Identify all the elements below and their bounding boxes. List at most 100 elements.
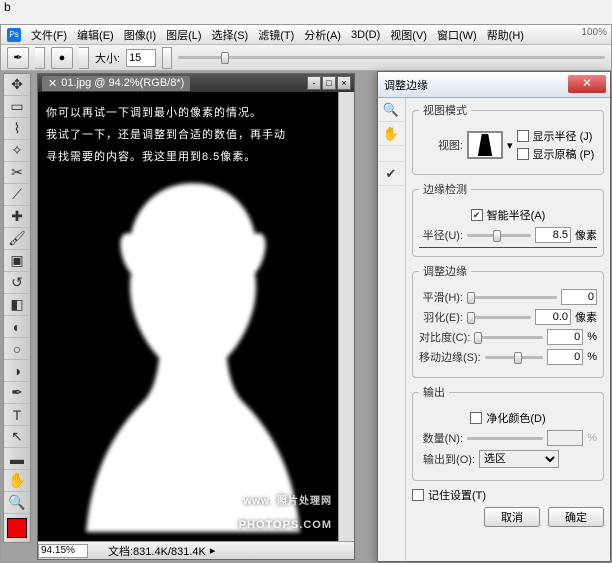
menu-window[interactable]: 窗口(W) <box>433 25 481 45</box>
tool-lasso[interactable]: ⌇ <box>4 118 30 140</box>
tool-shape[interactable]: ▬ <box>4 448 30 470</box>
decontaminate-checkbox[interactable] <box>470 412 482 424</box>
view-label: 视图: <box>419 137 463 153</box>
menubar: Ps 文件(F) 编辑(E) 图像(I) 图层(L) 选择(S) 滤镜(T) 分… <box>1 25 611 45</box>
size-slider[interactable] <box>178 56 605 59</box>
dlg-hand-tool[interactable]: ✋ <box>378 122 404 146</box>
size-stepper[interactable] <box>162 47 172 69</box>
red-underline <box>419 247 597 248</box>
toolbox: ✥ ▭ ⌇ ✧ ✂ ⟋ ✚ 🖌 ▣ ↺ ◧ ◐ ○ ◑ ✒ T ↖ ▬ ✋ 🔍 <box>3 73 31 543</box>
view-dropdown-icon[interactable]: ▾ <box>507 139 513 152</box>
silhouette-mask <box>78 172 308 532</box>
edge-legend: 边缘检测 <box>419 181 471 197</box>
tool-dodge[interactable]: ◑ <box>4 360 30 382</box>
smooth-input[interactable] <box>561 289 597 305</box>
doc-maximize-icon[interactable]: □ <box>322 76 336 90</box>
docsize-readout: 文档:831.4K/831.4K <box>108 543 206 559</box>
brush-dropdown[interactable] <box>79 47 89 69</box>
tool-blur[interactable]: ○ <box>4 338 30 360</box>
menu-layer[interactable]: 图层(L) <box>162 25 205 45</box>
show-original-checkbox[interactable] <box>517 148 529 160</box>
adjust-edge-group: 调整边缘 平滑(H): 羽化(E):像素 对比度(C):% 移动边缘(S):% <box>412 263 604 378</box>
ok-button[interactable]: 确定 <box>548 507 604 527</box>
brush-size-input[interactable] <box>126 49 156 67</box>
output-to-select[interactable]: 选区 <box>479 450 559 468</box>
feather-input[interactable] <box>535 309 571 325</box>
doc-window-controls: - □ × <box>307 76 351 90</box>
tool-crop[interactable]: ✂ <box>4 162 30 184</box>
amount-input <box>547 430 583 446</box>
tool-stamp[interactable]: ▣ <box>4 250 30 272</box>
tool-history[interactable]: ↺ <box>4 272 30 294</box>
tool-wand[interactable]: ✧ <box>4 140 30 162</box>
brush-preview-icon[interactable]: ● <box>51 47 73 69</box>
tool-eraser[interactable]: ◧ <box>4 294 30 316</box>
tool-preset-dropdown[interactable] <box>35 47 45 69</box>
decontaminate-label: 净化颜色(D) <box>486 410 545 426</box>
tool-heal[interactable]: ✚ <box>4 206 30 228</box>
output-to-label: 输出到(O): <box>419 451 475 467</box>
show-radius-checkbox[interactable] <box>517 130 529 142</box>
menu-file[interactable]: 文件(F) <box>27 25 71 45</box>
smooth-slider[interactable] <box>467 296 557 299</box>
tool-eyedropper[interactable]: ⟋ <box>4 184 30 206</box>
remember-checkbox[interactable] <box>412 489 424 501</box>
watermark: www. 照片处理网 PHOTOPS.COM <box>239 492 332 535</box>
radius-input[interactable] <box>535 227 571 243</box>
menu-edit[interactable]: 编辑(E) <box>73 25 118 45</box>
photoshop-window: Ps 文件(F) 编辑(E) 图像(I) 图层(L) 选择(S) 滤镜(T) 分… <box>0 24 612 563</box>
refine-edge-dialog: 调整边缘 ✕ 🔍 ✋ ✔ 视图模式 视图: ▾ 显示半径 (J) <box>377 71 611 562</box>
tool-brush[interactable]: 🖌 <box>4 228 30 250</box>
menu-filter[interactable]: 滤镜(T) <box>254 25 298 45</box>
statusbar: 文档:831.4K/831.4K ▸ <box>38 541 354 559</box>
doc-close-btn-icon[interactable]: × <box>337 76 351 90</box>
amount-slider <box>467 437 543 440</box>
menu-help[interactable]: 帮助(H) <box>483 25 528 45</box>
doc-minimize-icon[interactable]: - <box>307 76 321 90</box>
contrast-slider[interactable] <box>474 336 543 339</box>
tool-marquee[interactable]: ▭ <box>4 96 30 118</box>
tool-type[interactable]: T <box>4 404 30 426</box>
menu-view[interactable]: 视图(V) <box>386 25 431 45</box>
tool-move[interactable]: ✥ <box>4 74 30 96</box>
current-tool-icon[interactable]: ✒ <box>7 47 29 69</box>
contrast-input[interactable] <box>547 329 583 345</box>
dlg-zoom-tool[interactable]: 🔍 <box>378 98 404 122</box>
menu-analysis[interactable]: 分析(A) <box>300 25 345 45</box>
amount-unit: % <box>587 432 597 444</box>
dialog-panels: 视图模式 视图: ▾ 显示半径 (J) 显示原稿 (P) 边缘检测 ✔ <box>406 98 610 561</box>
tool-zoom[interactable]: 🔍 <box>4 492 30 514</box>
feather-label: 羽化(E): <box>419 309 463 325</box>
tool-pen[interactable]: ✒ <box>4 382 30 404</box>
document-tabbar: ✕ 01.jpg @ 94.2%(RGB/8*) - □ × <box>38 74 354 92</box>
canvas[interactable]: 你可以再试一下调到最小的像素的情况。 我试了一下，还是调整到合适的数值，再手动 … <box>38 92 338 541</box>
shift-input[interactable] <box>547 349 583 365</box>
cancel-button[interactable]: 取消 <box>484 507 540 527</box>
dlg-refine-brush-tool[interactable]: ✔ <box>378 162 404 186</box>
menu-select[interactable]: 选择(S) <box>208 25 253 45</box>
options-bar: ✒ ● 大小: 100% <box>1 45 611 71</box>
tool-gradient[interactable]: ◐ <box>4 316 30 338</box>
smart-radius-checkbox[interactable]: ✔ <box>471 209 483 221</box>
dialog-close-button[interactable]: ✕ <box>568 75 606 93</box>
output-group: 输出 净化颜色(D) 数量(N):% 输出到(O):选区 <box>412 384 604 481</box>
smooth-label: 平滑(H): <box>419 289 463 305</box>
vertical-scrollbar[interactable] <box>338 92 354 541</box>
menu-3d[interactable]: 3D(D) <box>347 27 384 43</box>
docsize-dropdown-icon[interactable]: ▸ <box>210 544 216 557</box>
shift-label: 移动边缘(S): <box>419 349 481 365</box>
ps-logo-icon: Ps <box>7 28 21 42</box>
menu-image[interactable]: 图像(I) <box>120 25 160 45</box>
tool-hand[interactable]: ✋ <box>4 470 30 492</box>
radius-slider[interactable] <box>467 234 531 237</box>
document-tab[interactable]: ✕ 01.jpg @ 94.2%(RGB/8*) <box>42 76 190 91</box>
view-thumb-button[interactable] <box>467 131 503 159</box>
tool-path[interactable]: ↖ <box>4 426 30 448</box>
shift-slider[interactable] <box>485 356 543 359</box>
dialog-titlebar[interactable]: 调整边缘 ✕ <box>378 72 610 98</box>
doc-close-icon[interactable]: ✕ <box>48 77 57 90</box>
zoom-input[interactable] <box>38 544 88 558</box>
doc-tab-title: 01.jpg @ 94.2%(RGB/8*) <box>61 77 184 89</box>
foreground-swatch[interactable] <box>7 518 27 538</box>
feather-slider[interactable] <box>467 316 531 319</box>
